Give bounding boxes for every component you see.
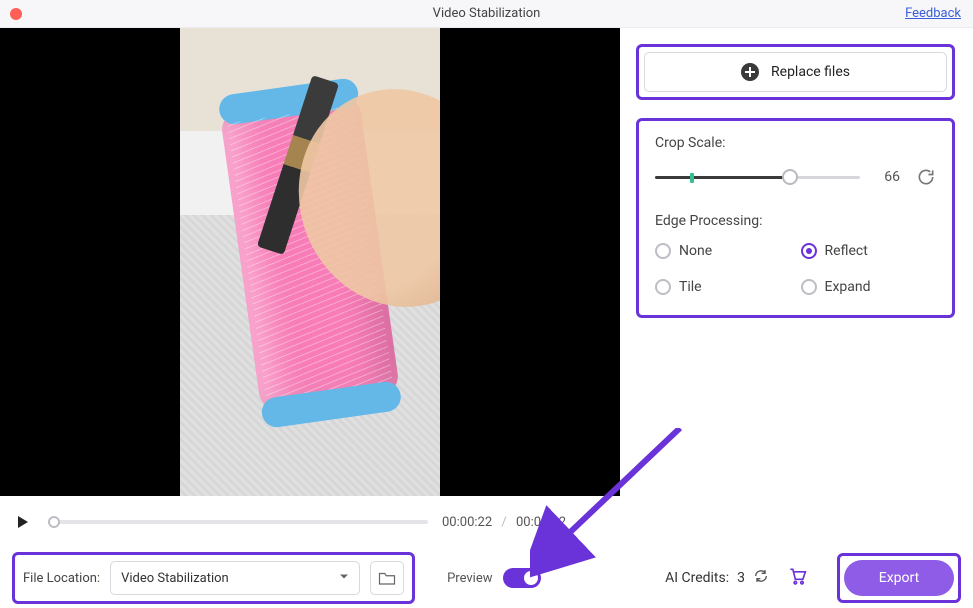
- export-label: Export: [879, 570, 919, 586]
- edge-processing-label: Edge Processing:: [655, 213, 936, 229]
- duration: 00:00:32: [516, 515, 566, 530]
- feedback-link[interactable]: Feedback: [905, 6, 961, 21]
- stabilization-settings: Crop Scale: 66 Edge Processing: None: [636, 118, 955, 318]
- file-location-label: File Location:: [23, 571, 100, 586]
- refresh-credits-button[interactable]: [753, 568, 769, 588]
- video-frame: [180, 28, 440, 496]
- crop-scale-slider[interactable]: [655, 176, 860, 179]
- edge-option-label: Tile: [679, 279, 702, 295]
- replace-files-button[interactable]: Replace files: [644, 52, 947, 92]
- current-time: 00:00:22: [442, 515, 492, 530]
- file-location-select[interactable]: Video Stabilization: [110, 561, 360, 595]
- reset-crop-scale-button[interactable]: [916, 167, 936, 187]
- edge-option-reflect[interactable]: Reflect: [801, 243, 937, 259]
- edge-option-label: None: [679, 243, 712, 259]
- ai-credits-value: 3: [737, 570, 745, 586]
- plus-circle-icon: [741, 63, 759, 81]
- crop-scale-value: 66: [876, 169, 900, 185]
- title-bar: Video Stabilization Feedback: [0, 0, 973, 28]
- player-bar: 00:00:22 / 00:00:32: [0, 496, 620, 548]
- export-button[interactable]: Export: [844, 560, 954, 596]
- video-preview[interactable]: [0, 28, 620, 496]
- radio-icon: [801, 243, 817, 259]
- radio-icon: [655, 243, 671, 259]
- window-title: Video Stabilization: [433, 6, 541, 21]
- window-close-icon[interactable]: [10, 8, 22, 20]
- progress-slider[interactable]: [48, 520, 428, 524]
- edge-option-expand[interactable]: Expand: [801, 279, 937, 295]
- replace-files-label: Replace files: [771, 64, 850, 80]
- edge-option-label: Reflect: [825, 243, 868, 259]
- preview-toggle[interactable]: [503, 568, 541, 588]
- edge-option-tile[interactable]: Tile: [655, 279, 791, 295]
- radio-icon: [655, 279, 671, 295]
- open-folder-button[interactable]: [370, 561, 404, 595]
- cart-button[interactable]: [787, 566, 807, 590]
- edge-option-label: Expand: [825, 279, 871, 295]
- preview-label: Preview: [447, 571, 492, 586]
- chevron-down-icon: [339, 571, 349, 586]
- file-location-group: File Location: Video Stabilization: [12, 552, 415, 604]
- crop-scale-label: Crop Scale:: [655, 135, 936, 151]
- play-button[interactable]: [12, 511, 34, 533]
- edge-option-none[interactable]: None: [655, 243, 791, 259]
- bottom-bar: File Location: Video Stabilization Previ…: [0, 548, 973, 608]
- file-location-value: Video Stabilization: [121, 571, 229, 586]
- radio-icon: [801, 279, 817, 295]
- timecode: 00:00:22 / 00:00:32: [442, 515, 566, 530]
- ai-credits-label: AI Credits:: [665, 570, 729, 586]
